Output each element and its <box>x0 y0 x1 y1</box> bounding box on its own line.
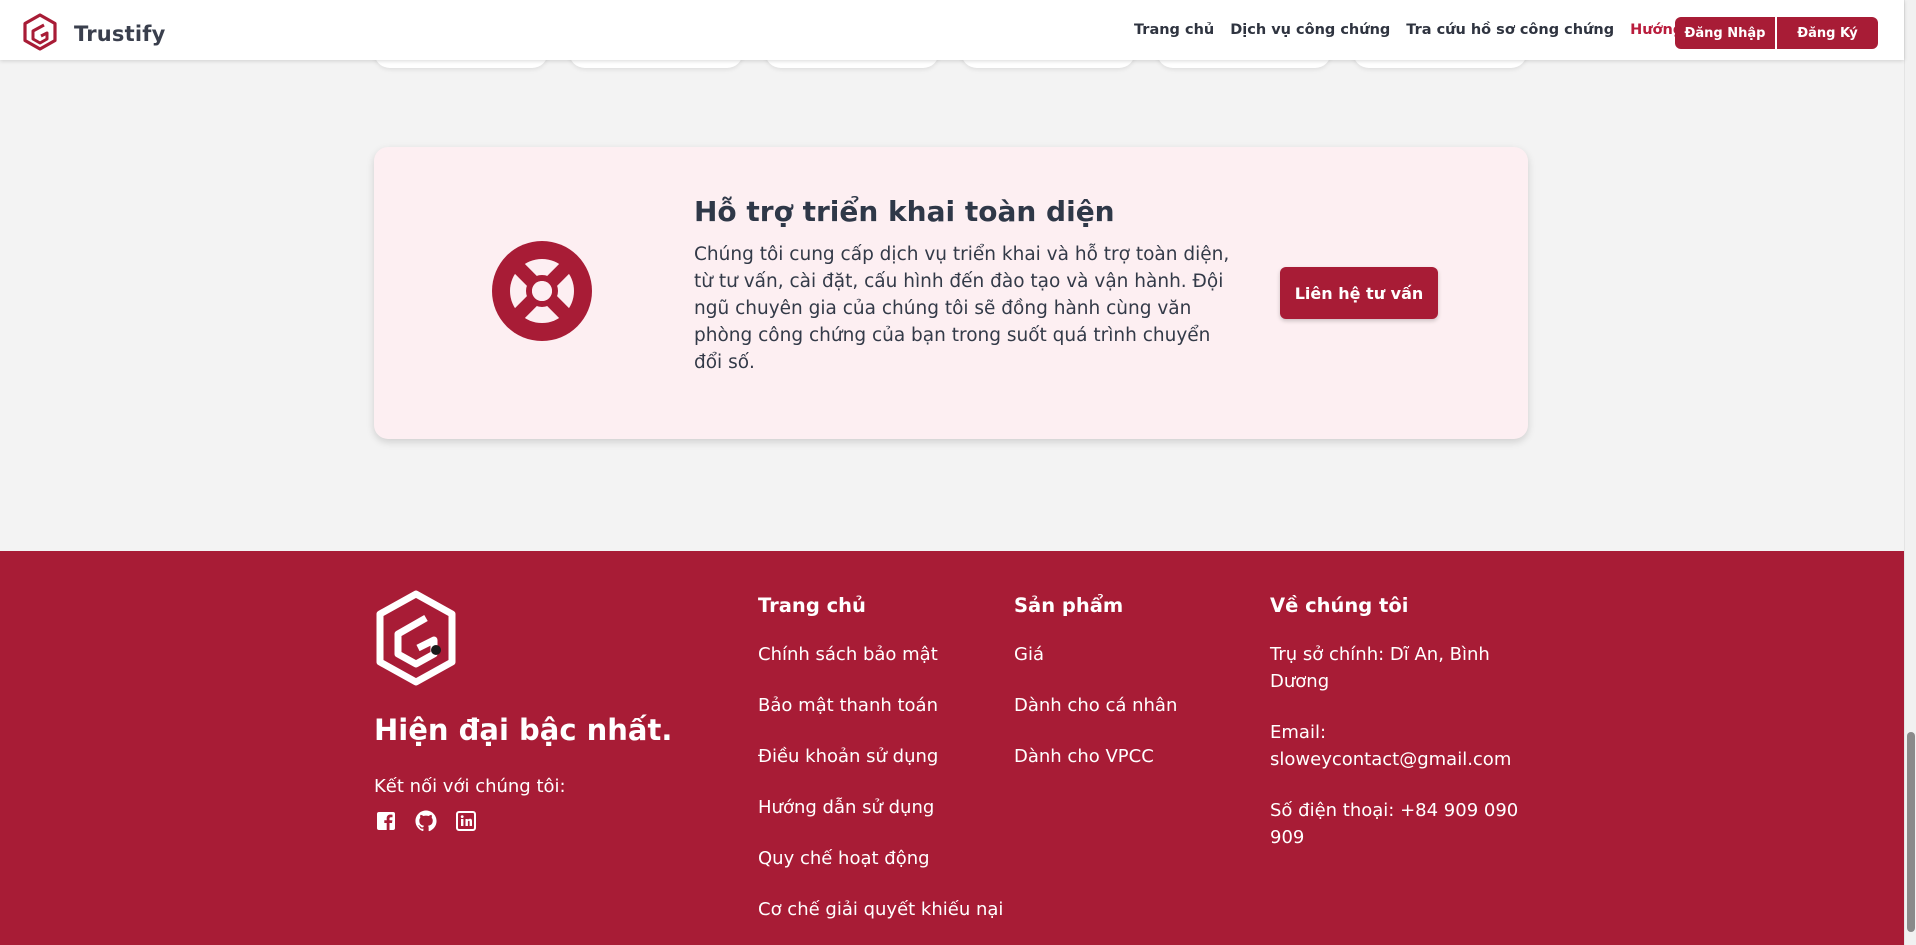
footer-link-vpcc[interactable]: Dành cho VPCC <box>1014 743 1177 770</box>
footer-logo-icon <box>374 590 458 690</box>
footer-link-operating-rules[interactable]: Quy chế hoạt động <box>758 845 1003 872</box>
footer-col-products: Sản phẩm Giá Dành cho cá nhân Dành cho V… <box>1014 594 1177 794</box>
linkedin-icon[interactable] <box>454 809 478 833</box>
footer-link-complaints[interactable]: Cơ chế giải quyết khiếu nại <box>758 896 1003 923</box>
nav-home[interactable]: Trang chủ <box>1134 22 1214 38</box>
footer-tagline: Hiện đại bậc nhất. <box>374 713 673 747</box>
register-button[interactable]: Đăng Ký <box>1777 17 1878 49</box>
site-footer: Hiện đại bậc nhất. Kết nối với chúng tôi… <box>0 551 1904 945</box>
footer-link-payment-security[interactable]: Bảo mật thanh toán <box>758 692 1003 719</box>
footer-address: Trụ sở chính: Dĩ An, Bình Dương <box>1270 644 1490 692</box>
footer-phone[interactable]: Số điện thoại: +84 909 090 909 <box>1270 797 1530 851</box>
trustify-logo-icon <box>22 13 58 55</box>
scrollbar-thumb[interactable] <box>1907 732 1915 932</box>
footer-col-title: Trang chủ <box>758 594 866 617</box>
facebook-icon[interactable] <box>374 809 398 833</box>
footer-col-title: Sản phẩm <box>1014 594 1124 617</box>
connect-label: Kết nối với chúng tôi: <box>374 776 566 797</box>
support-description: Chúng tôi cung cấp dịch vụ triển khai và… <box>694 244 1230 373</box>
login-button[interactable]: Đăng Nhập <box>1675 17 1775 49</box>
lifebuoy-icon <box>492 241 592 345</box>
footer-link-terms[interactable]: Điều khoản sử dụng <box>758 743 1003 770</box>
main-nav: Trang chủ Dịch vụ công chứng Tra cứu hồ … <box>1134 22 1735 38</box>
nav-lookup[interactable]: Tra cứu hồ sơ công chứng <box>1406 22 1614 38</box>
auth-buttons: Đăng Nhập Đăng Ký <box>1675 17 1878 49</box>
footer-col-about: Về chúng tôi Trụ sở chính: Dĩ An, Bình D… <box>1270 594 1530 875</box>
page-scrollbar[interactable] <box>1904 0 1916 945</box>
brand-link[interactable]: Trustify <box>22 13 166 55</box>
support-card: Hỗ trợ triển khai toàn diện Chúng tôi cu… <box>374 147 1528 439</box>
brand-name: Trustify <box>74 22 166 46</box>
nav-notary-services[interactable]: Dịch vụ công chứng <box>1230 22 1390 38</box>
contact-consult-button[interactable]: Liên hệ tư vấn <box>1280 267 1438 319</box>
footer-col-home: Trang chủ Chính sách bảo mật Bảo mật tha… <box>758 594 1003 945</box>
footer-link-usage-guide[interactable]: Hướng dẫn sử dụng <box>758 794 1003 821</box>
social-links <box>374 809 478 833</box>
footer-link-privacy[interactable]: Chính sách bảo mật <box>758 641 1003 668</box>
footer-email[interactable]: Email: sloweycontact@gmail.com <box>1270 719 1530 773</box>
support-title: Hỗ trợ triển khai toàn diện <box>694 195 1115 228</box>
footer-link-pricing[interactable]: Giá <box>1014 641 1177 668</box>
top-navbar: Trustify Trang chủ Dịch vụ công chứng Tr… <box>0 0 1904 60</box>
footer-link-individuals[interactable]: Dành cho cá nhân <box>1014 692 1177 719</box>
footer-col-title: Về chúng tôi <box>1270 594 1409 617</box>
github-icon[interactable] <box>414 809 438 833</box>
